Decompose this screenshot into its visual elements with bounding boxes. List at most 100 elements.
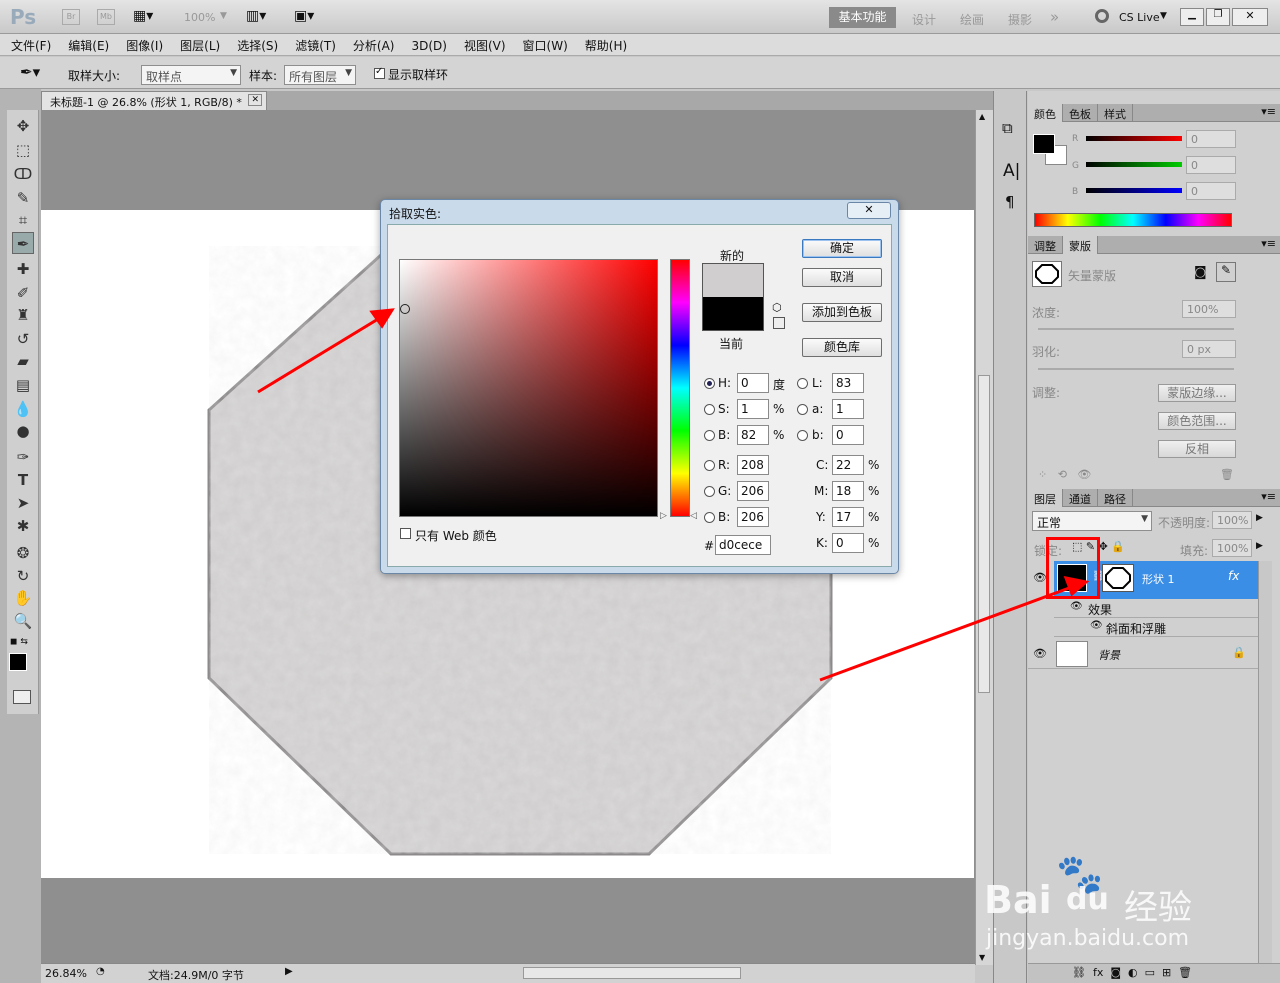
cs-live-menu[interactable]: CS Live (1119, 11, 1160, 24)
move-tool-icon[interactable]: ✥ (12, 115, 34, 137)
hand-tool-icon[interactable]: ✋ (12, 587, 34, 609)
menu-help[interactable]: 帮助(H) (574, 34, 633, 54)
lab-b-input[interactable]: 0 (832, 425, 864, 445)
background-layer-name[interactable]: 背景 (1098, 647, 1120, 663)
restore-icon[interactable]: ❐ (1206, 8, 1230, 26)
lab-b-radio[interactable] (797, 430, 808, 441)
menu-edit[interactable]: 编辑(E) (57, 34, 115, 54)
yellow-input[interactable]: 17 (832, 507, 864, 527)
tab-adjustments[interactable]: 调整 (1028, 236, 1063, 254)
brightness-input[interactable]: 82 (737, 425, 769, 445)
zoom-dropdown-icon[interactable]: ▼ (220, 11, 227, 21)
layers-scrollbar[interactable] (1258, 561, 1272, 963)
paragraph-panel-icon[interactable]: ¶ (1005, 193, 1015, 211)
menu-layer[interactable]: 图层(L) (169, 34, 226, 54)
blue-input[interactable]: 206 (737, 507, 769, 527)
delete-mask-icon[interactable]: 🗑 (1220, 468, 1234, 481)
history-panel-icon[interactable]: ⧉ (1002, 119, 1013, 137)
brightness-radio[interactable] (704, 430, 715, 441)
tab-color[interactable]: 颜色 (1028, 104, 1063, 122)
hue-slider-left-handle-icon[interactable]: ▷ (660, 511, 667, 521)
history-brush-tool-icon[interactable]: ↺ (12, 328, 34, 350)
show-sampling-ring-checkbox[interactable] (374, 66, 385, 80)
foreground-color-swatch[interactable] (9, 653, 27, 671)
hex-input[interactable]: d0cece (715, 535, 771, 555)
hue-slider-right-handle-icon[interactable]: ◁ (690, 511, 697, 521)
green-radio[interactable] (704, 486, 715, 497)
fill-slider-icon[interactable]: ▶ (1256, 541, 1263, 551)
layers-panel-menu-icon[interactable]: ▾≡ (1261, 490, 1276, 508)
menu-3d[interactable]: 3D(D) (400, 36, 452, 53)
sample-layers-select[interactable]: 所有图层 ▼ (284, 65, 356, 85)
lab-a-input[interactable]: 1 (832, 399, 864, 419)
menu-analysis[interactable]: 分析(A) (342, 34, 401, 54)
tab-swatches[interactable]: 色板 (1063, 104, 1098, 122)
gradient-tool-icon[interactable]: ▤ (12, 374, 34, 396)
tab-layers[interactable]: 图层 (1028, 489, 1063, 507)
layer-name[interactable]: 形状 1 (1142, 571, 1175, 587)
arrange-documents-icon[interactable]: ▥▾ (246, 8, 266, 24)
feather-input[interactable]: 0 px (1182, 340, 1236, 358)
color-spectrum-ramp[interactable] (1034, 213, 1232, 227)
layer-vector-mask-thumbnail[interactable] (1102, 564, 1134, 592)
blue-radio[interactable] (704, 512, 715, 523)
hue-slider[interactable] (670, 259, 690, 517)
blue-channel-slider[interactable] (1086, 188, 1182, 193)
default-colors-icon[interactable]: ◼ ⇆ (10, 637, 28, 647)
workspace-photography[interactable]: 摄影 (1008, 11, 1032, 28)
lab-a-radio[interactable] (797, 404, 808, 415)
scroll-down-icon[interactable]: ▼ (979, 953, 985, 962)
zoom-level[interactable]: 100% (184, 11, 215, 24)
eyedropper-tool-icon[interactable]: ✒ (12, 232, 34, 254)
gamut-warning-cube-icon[interactable]: ⬡ (772, 301, 782, 314)
green-channel-slider[interactable] (1086, 162, 1182, 167)
status-arrow-icon[interactable]: ▶ (285, 966, 293, 977)
magenta-input[interactable]: 18 (832, 481, 864, 501)
zoom-tool-icon[interactable]: 🔍 (12, 610, 34, 632)
clone-stamp-tool-icon[interactable]: ♜ (12, 304, 34, 326)
workspace-essentials[interactable]: 基本功能 (829, 7, 896, 28)
vertical-scrollbar[interactable]: ▲ ▼ (975, 110, 993, 965)
color-field[interactable] (399, 259, 658, 517)
blur-tool-icon[interactable]: 💧 (12, 398, 34, 420)
vector-mask-icon[interactable]: ✎ (1216, 262, 1236, 282)
layer-visibility-eye-icon[interactable]: 👁 (1033, 571, 1047, 584)
layers-footer-icons[interactable]: ⛓ fx ◙ ◐ ▭ ⊞ 🗑 (1072, 966, 1192, 979)
sample-size-select[interactable]: 取样点 ▼ (141, 65, 241, 85)
brush-tool-icon[interactable]: ✐ (12, 282, 34, 304)
saturation-radio[interactable] (704, 404, 715, 415)
view-extras-icon[interactable]: ▦▾ (133, 8, 153, 24)
scroll-up-icon[interactable]: ▲ (979, 112, 985, 121)
mask-edge-button[interactable]: 蒙版边缘... (1158, 384, 1236, 402)
color-panel-menu-icon[interactable]: ▾≡ (1261, 105, 1276, 123)
background-visibility-eye-icon[interactable]: 👁 (1033, 647, 1047, 660)
bevel-emboss-row[interactable]: 👁 斜面和浮雕 (1054, 619, 1258, 637)
crop-tool-icon[interactable]: ⌗ (12, 209, 34, 231)
vertical-scroll-thumb[interactable] (978, 375, 990, 693)
web-colors-only-checkbox[interactable] (400, 526, 411, 540)
opacity-input[interactable]: 100% (1212, 511, 1252, 529)
minimize-icon[interactable]: ▁ (1180, 8, 1204, 26)
web-safe-swatch-icon[interactable] (773, 317, 785, 329)
menu-filter[interactable]: 滤镜(T) (284, 34, 342, 54)
cs-live-dropdown-icon[interactable]: ▼ (1160, 11, 1167, 21)
marquee-tool-icon[interactable]: ⬚ (12, 139, 34, 161)
menu-file[interactable]: 文件(F) (0, 34, 57, 54)
masks-footer-icons[interactable]: ⁘ ⟲ 👁 (1038, 468, 1091, 481)
bridge-button[interactable]: Br (62, 9, 80, 25)
saturation-input[interactable]: 1 (737, 399, 769, 419)
menu-select[interactable]: 选择(S) (226, 34, 284, 54)
color-range-button[interactable]: 颜色范围... (1158, 412, 1236, 430)
red-radio[interactable] (704, 460, 715, 471)
layer-row-background[interactable]: 👁 背景 🔒 (1028, 639, 1258, 669)
green-channel-input[interactable]: 0 (1186, 156, 1236, 174)
workspace-painting[interactable]: 绘画 (960, 11, 984, 28)
dialog-close-icon[interactable]: ✕ (847, 202, 891, 219)
menu-window[interactable]: 窗口(W) (512, 34, 574, 54)
black-input[interactable]: 0 (832, 533, 864, 553)
effects-eye-icon[interactable]: 👁 (1070, 601, 1083, 612)
hue-input[interactable]: 0 (737, 373, 769, 393)
fill-input[interactable]: 100% (1212, 539, 1252, 557)
zoom-readout[interactable]: 26.84% (45, 967, 87, 980)
color-field-picker-circle[interactable] (400, 304, 410, 314)
